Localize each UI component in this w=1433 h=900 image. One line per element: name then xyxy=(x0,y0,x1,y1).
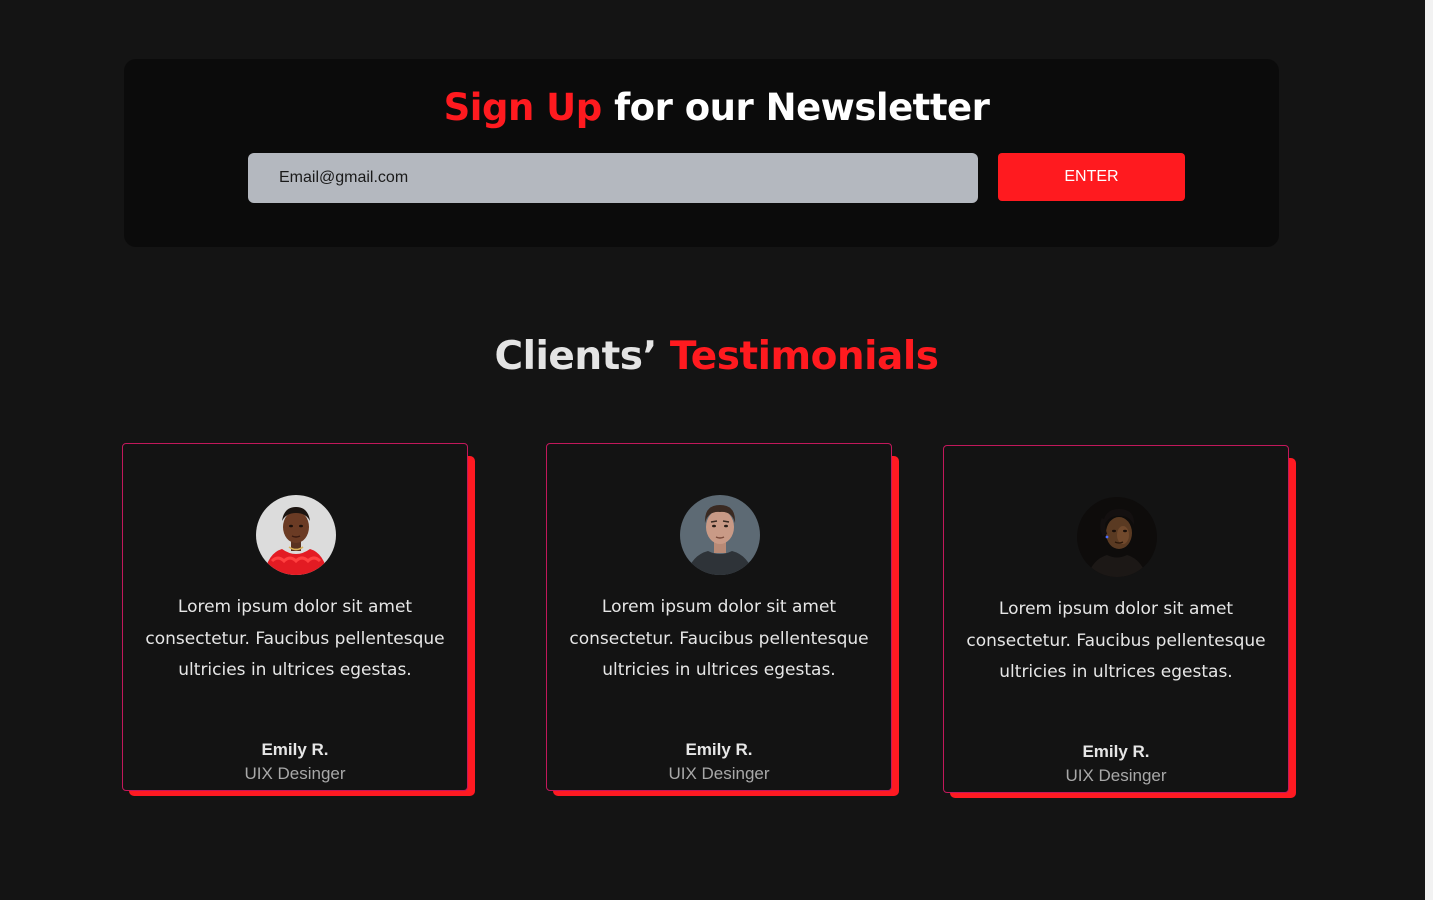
avatar xyxy=(256,495,336,575)
newsletter-title: Sign Up for our Newsletter xyxy=(0,84,1433,132)
testimonial-quote: Lorem ipsum dolor sit amet consectetur. … xyxy=(966,599,1266,682)
newsletter-title-accent: Sign Up xyxy=(443,86,603,129)
client-name: Emily R. xyxy=(261,740,329,759)
testimonials-title-plain: Clients’ xyxy=(494,334,670,379)
email-input[interactable] xyxy=(248,153,978,203)
enter-button[interactable]: ENTER xyxy=(998,153,1185,201)
testimonial-card: Lorem ipsum dolor sit amet consectetur. … xyxy=(122,443,475,796)
client-role: UIX Desinger xyxy=(668,764,770,783)
page-edge-strip xyxy=(1425,0,1433,900)
testimonial-card: Lorem ipsum dolor sit amet consectetur. … xyxy=(546,443,899,796)
testimonials-title-accent: Testimonials xyxy=(669,334,939,379)
avatar xyxy=(1077,497,1157,577)
client-name: Emily R. xyxy=(685,740,753,759)
client-name: Emily R. xyxy=(1082,742,1150,761)
card-body: Lorem ipsum dolor sit amet consectetur. … xyxy=(122,443,468,791)
newsletter-title-rest: for our Newsletter xyxy=(601,86,990,129)
card-body: Lorem ipsum dolor sit amet consectetur. … xyxy=(546,443,892,791)
testimonials-title: Clients’ Testimonials xyxy=(0,332,1433,382)
testimonial-quote: Lorem ipsum dolor sit amet consectetur. … xyxy=(569,597,869,680)
testimonial-quote: Lorem ipsum dolor sit amet consectetur. … xyxy=(145,597,445,680)
testimonial-card: Lorem ipsum dolor sit amet consectetur. … xyxy=(943,445,1296,798)
client-role: UIX Desinger xyxy=(1065,766,1167,785)
avatar xyxy=(680,495,760,575)
card-body: Lorem ipsum dolor sit amet consectetur. … xyxy=(943,445,1289,793)
client-role: UIX Desinger xyxy=(244,764,346,783)
